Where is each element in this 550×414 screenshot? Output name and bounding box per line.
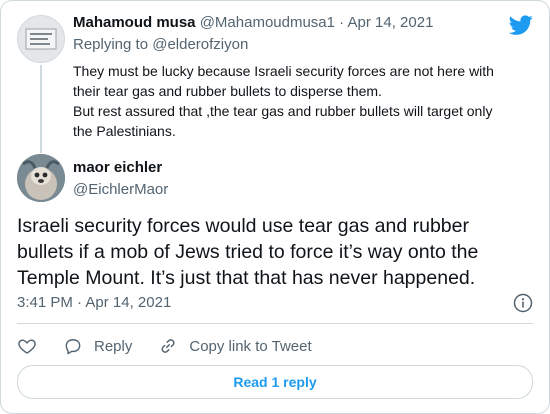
replying-to-prefix: Replying to xyxy=(73,36,149,53)
thread-connector-line xyxy=(40,65,42,153)
heart-icon xyxy=(18,339,36,354)
replying-to-line: Replying to @elderofziyon xyxy=(73,35,533,55)
reply-label: Reply xyxy=(94,337,133,355)
parent-author-handle[interactable]: @Mahamoudmusa1 xyxy=(200,14,335,31)
main-author-avatar[interactable] xyxy=(17,154,65,202)
replying-to-handle-link[interactable]: @elderofziyon xyxy=(152,36,248,53)
like-button[interactable] xyxy=(17,336,37,356)
main-author-name[interactable]: maor eichler xyxy=(73,158,168,178)
header-separator: · xyxy=(339,14,345,31)
copy-link-label: Copy link to Tweet xyxy=(189,337,312,355)
meta-separator: · xyxy=(77,294,83,311)
main-author-handle[interactable]: @EichlerMaor xyxy=(73,180,168,200)
copy-link-button[interactable]: Copy link to Tweet xyxy=(158,336,312,356)
main-tweet-time[interactable]: 3:41 PM xyxy=(17,294,73,311)
link-icon xyxy=(161,339,175,353)
parent-tweet-date[interactable]: Apr 14, 2021 xyxy=(348,14,434,31)
main-tweet-date[interactable]: Apr 14, 2021 xyxy=(85,294,171,311)
reply-bubble-icon xyxy=(65,339,81,355)
reply-button[interactable]: Reply xyxy=(63,336,132,356)
tweet-embed-card: Mahamoud musa @Mahamoudmusa1 · Apr 14, 2… xyxy=(0,0,550,414)
main-tweet-header: maor eichler @EichlerMaor xyxy=(17,154,533,206)
main-tweet-text: Israeli security forces would use tear g… xyxy=(17,215,479,289)
tweet-actions-bar: Reply Copy link to Tweet xyxy=(17,334,533,358)
parent-tweet-text-line: They must be lucky because Israeli secur… xyxy=(73,63,494,99)
parent-avatar[interactable] xyxy=(17,15,65,63)
parent-tweet-text-line: But rest assured that ,the tear gas and … xyxy=(73,103,493,139)
parent-tweet-text: They must be lucky because Israeli secur… xyxy=(73,61,533,141)
parent-tweet-header: Mahamoud musa @Mahamoudmusa1 · Apr 14, 2… xyxy=(73,13,533,33)
info-icon[interactable] xyxy=(513,293,533,313)
read-replies-button[interactable]: Read 1 reply xyxy=(17,365,533,399)
parent-author-name[interactable]: Mahamoud musa xyxy=(73,14,196,31)
actions-divider xyxy=(17,323,533,324)
main-tweet-meta: 3:41 PM · Apr 14, 2021 xyxy=(17,293,533,313)
